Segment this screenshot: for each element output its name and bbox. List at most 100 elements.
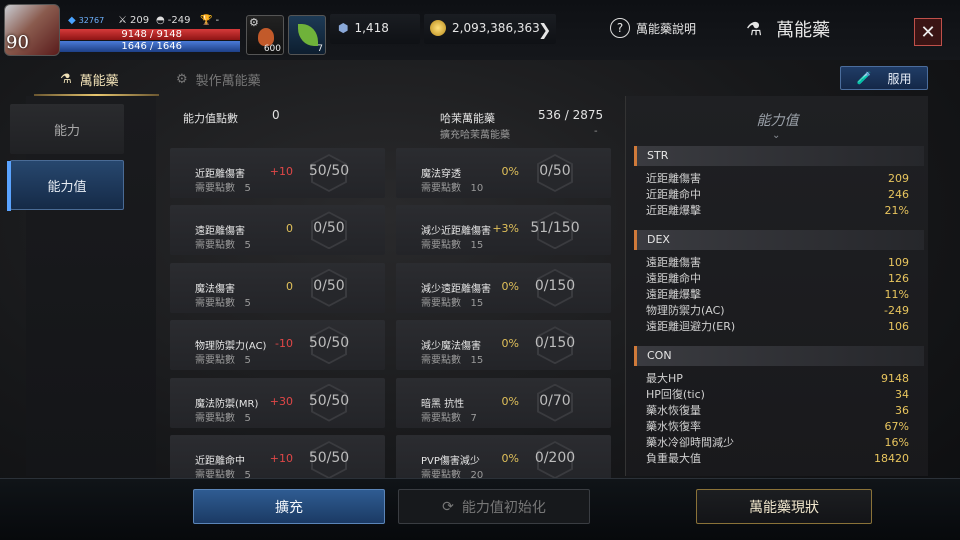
- elixir-icon: ⚗: [60, 71, 72, 87]
- stat-bonus: -10: [275, 337, 293, 351]
- stat-row-value: 21%: [884, 204, 909, 217]
- stat-row: 藥水恢復率 67%: [634, 419, 924, 435]
- stat-card[interactable]: 物理防禦力(AC) 需要點數 5 -10 50/50: [170, 320, 385, 371]
- expand-button[interactable]: 擴充: [193, 489, 385, 524]
- stat-card[interactable]: 魔法防禦(MR) 需要點數 5 +30 50/50: [170, 377, 385, 428]
- stats-panel-title: 能力值: [756, 113, 799, 129]
- elixir-status-button[interactable]: 萬能藥現狀: [696, 489, 872, 524]
- stat-bonus: +3%: [492, 222, 519, 236]
- stat-progress: 0/150: [534, 277, 576, 294]
- stat-name: PVP傷害減少: [421, 456, 480, 467]
- power-icon: ◆: [68, 15, 76, 26]
- stat-progress: 50/50: [308, 392, 350, 409]
- stat-row-value: 106: [888, 320, 909, 333]
- required-points: 需要點數 7: [421, 412, 477, 424]
- stat-card[interactable]: 減少遠距離傷害 需要點數 15 0% 0/150: [396, 262, 611, 313]
- stat-row-value: 34: [895, 388, 909, 401]
- stat-row-label: 遠距離傷害: [646, 256, 701, 269]
- stat-card[interactable]: 暗黑 抗性 需要點數 7 0% 0/70: [396, 377, 611, 428]
- stat-name: 近距離命中: [195, 456, 245, 467]
- leaf-icon: [298, 24, 318, 46]
- stats-panel: 能力值 ⌄ STR 近距離傷害 209 近距離命中 246 近距離爆擊 21% DEX 遠…: [625, 96, 928, 476]
- stat-row-label: 負重最大值: [646, 452, 701, 465]
- tab-craft-elixir[interactable]: ⚙ 製作萬能藥: [176, 64, 261, 94]
- stat-name: 暗黑 抗性: [421, 398, 465, 410]
- craft-icon: ⚙: [176, 71, 188, 87]
- points-label: 能力值點數: [183, 112, 238, 125]
- required-points: 需要點數 5: [195, 297, 251, 309]
- required-points: 需要點數 5: [195, 240, 251, 252]
- stat-bonus: 0%: [501, 279, 519, 293]
- stat-row: 遠距離命中 126: [634, 271, 924, 287]
- required-points: 需要點數 5: [195, 412, 251, 424]
- stat-row: 遠距離迴避力(ER) 106: [634, 319, 924, 335]
- stat-row-value: -249: [884, 304, 909, 317]
- gold-currency: 2,093,386,363: [430, 14, 540, 42]
- stat-card[interactable]: 近距離傷害 需要點數 5 +10 50/50: [170, 148, 385, 198]
- close-icon: ✕: [920, 21, 936, 43]
- stat-card[interactable]: 魔法穿透 需要點數 10 0% 0/50: [396, 148, 611, 198]
- points-value: 0: [272, 108, 280, 122]
- refresh-icon: ⟳: [442, 498, 454, 515]
- elixir-value: 536 / 2875: [538, 108, 604, 122]
- stat-row: 藥水恢復量 36: [634, 403, 924, 419]
- chevron-right-icon[interactable]: ❯: [538, 20, 551, 39]
- stat-progress: 50/50: [308, 450, 350, 466]
- stat-progress: 0/200: [534, 450, 576, 466]
- stat-row-value: 18420: [874, 452, 909, 465]
- potion-slot[interactable]: ⚙ 600: [246, 15, 284, 55]
- stat-row-label: 藥水恢復率: [646, 420, 701, 433]
- herb-slot[interactable]: 7: [288, 15, 326, 55]
- stat-name: 近距離傷害: [195, 169, 245, 180]
- stat-row-value: 109: [888, 256, 909, 269]
- chevron-down-icon: ⌄: [772, 130, 781, 141]
- close-button[interactable]: ✕: [914, 18, 942, 46]
- stat-row-label: 物理防禦力(AC): [646, 304, 725, 317]
- stat-card[interactable]: 減少近距離傷害 需要點數 15 +3% 51/150: [396, 205, 611, 256]
- tab-elixir[interactable]: ⚗ 萬能藥: [60, 64, 119, 94]
- stat-progress: 51/150: [530, 220, 580, 237]
- stat-progress: 0/150: [534, 335, 576, 352]
- stat-card[interactable]: 遠距離傷害 需要點數 5 0 0/50: [170, 205, 385, 256]
- defense-stat: ◓ -249: [156, 15, 191, 26]
- nav-ability-value[interactable]: 能力值: [7, 160, 124, 211]
- required-points: 需要點數 10: [421, 183, 484, 194]
- stat-row-value: 16%: [884, 436, 909, 449]
- section-dex: DEX 遠距離傷害 109 遠距離命中 126 遠距離爆擊 11% 物理防禦力(AC) -24…: [634, 230, 924, 335]
- stat-progress: 0/50: [313, 220, 345, 237]
- top-bar: 90 ◆ 32767 ⚔ 209 ◓ -249 🏆 - 9148 / 9148 1646…: [0, 0, 960, 60]
- reset-stats-button[interactable]: ⟳ 能力值初始化: [398, 489, 590, 524]
- stat-row-label: 遠距離迴避力(ER): [646, 320, 736, 333]
- required-points: 需要點數 15: [421, 297, 484, 309]
- nav-ability[interactable]: 能力: [10, 104, 124, 154]
- stat-row-label: 遠距離命中: [646, 272, 701, 285]
- combat-power: ◆ 32767: [68, 15, 105, 26]
- stat-row: 負重最大值 18420: [634, 451, 924, 467]
- required-points: 需要點數 15: [421, 355, 484, 367]
- required-points: 需要點數 15: [421, 240, 484, 252]
- stat-row-value: 11%: [884, 288, 909, 301]
- use-button[interactable]: 🧪 服用: [840, 66, 928, 90]
- help-button[interactable]: ? 萬能藥說明: [610, 18, 696, 38]
- stat-bonus: 0%: [501, 394, 519, 408]
- stat-row: 藥水冷卻時間減少 16%: [634, 435, 924, 451]
- gold-coin-icon: [430, 20, 446, 36]
- expand-elixir-label: 擴充哈茉萬能藥: [440, 130, 510, 141]
- stat-bonus: 0: [286, 222, 293, 236]
- stat-row: HP回復(tic) 34: [634, 387, 924, 403]
- section-str: STR 近距離傷害 209 近距離命中 246 近距離爆擊 21%: [634, 146, 924, 219]
- stat-bonus: +10: [269, 165, 293, 178]
- stat-row-label: 遠距離爆擊: [646, 288, 701, 301]
- stat-row: 近距離傷害 209: [634, 171, 924, 187]
- stat-bonus: +10: [269, 452, 293, 465]
- stat-bonus: 0%: [501, 165, 519, 178]
- stat-row: 最大HP 9148: [634, 371, 924, 387]
- stat-row: 近距離命中 246: [634, 187, 924, 203]
- stat-name: 魔法穿透: [421, 169, 461, 180]
- stat-row: 物理防禦力(AC) -249: [634, 303, 924, 319]
- stat-card[interactable]: 魔法傷害 需要點數 5 0 0/50: [170, 262, 385, 313]
- crystal-currency: ⬢ 1,418: [338, 21, 389, 35]
- stat-row-value: 67%: [884, 420, 909, 433]
- required-points: 需要點數 5: [195, 355, 251, 367]
- stat-card[interactable]: 減少魔法傷害 需要點數 15 0% 0/150: [396, 320, 611, 371]
